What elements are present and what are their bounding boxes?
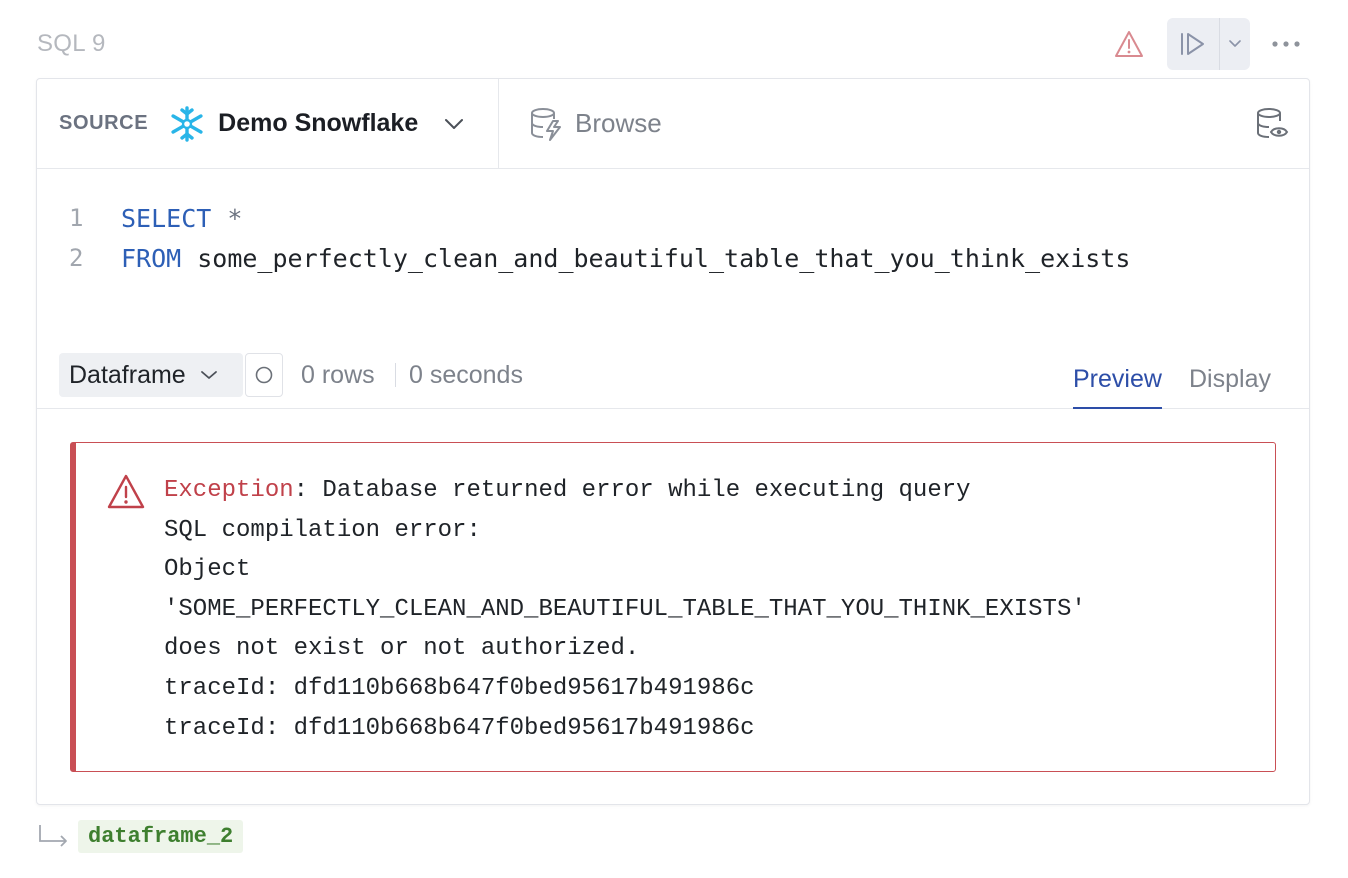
chevron-down-icon xyxy=(444,118,464,130)
status-circle-icon xyxy=(255,366,273,384)
error-line: traceId: dfd110b668b647f0bed95617b491986… xyxy=(164,714,755,742)
database-preview-button[interactable] xyxy=(1253,105,1291,143)
error-panel: Exception: Database returned error while… xyxy=(70,442,1276,772)
browse-button[interactable]: Browse xyxy=(529,106,662,142)
cell-actions xyxy=(1109,18,1310,70)
execution-time: 0 seconds xyxy=(409,361,523,389)
output-type-select[interactable]: Dataframe xyxy=(59,353,243,397)
sql-cell: SOURCE Demo Snowflake Browse 1 SELECT * … xyxy=(36,78,1310,805)
cell-title: SQL 9 xyxy=(37,30,106,57)
cell-toolbar: SOURCE Demo Snowflake Browse xyxy=(37,79,1309,169)
code-line: 1 SELECT * xyxy=(37,198,242,238)
error-line: SQL compilation error: xyxy=(164,516,481,544)
error-line: traceId: dfd110b668b647f0bed95617b491986… xyxy=(164,674,755,702)
snowflake-icon xyxy=(168,105,206,143)
browse-label: Browse xyxy=(575,108,662,138)
tab-display[interactable]: Display xyxy=(1189,365,1271,409)
error-line: 'SOME_PERFECTLY_CLEAN_AND_BEAUTIFUL_TABL… xyxy=(164,595,1086,623)
sql-keyword: FROM xyxy=(121,243,182,273)
result-bar: Dataframe 0 rows 0 seconds Preview Displ… xyxy=(37,349,1309,409)
chevron-down-icon xyxy=(200,370,218,380)
stat-divider xyxy=(395,363,396,387)
sql-keyword: SELECT xyxy=(121,203,212,233)
output-arrow-icon xyxy=(36,821,76,851)
run-icon xyxy=(1181,33,1204,55)
line-number: 1 xyxy=(69,204,84,232)
code-text: * xyxy=(227,203,243,233)
code-text: some_perfectly_clean_and_beautiful_table… xyxy=(197,243,1131,273)
warning-icon xyxy=(1115,31,1143,57)
source-selector[interactable]: SOURCE Demo Snowflake xyxy=(37,79,499,168)
error-line: does not exist or not authorized. xyxy=(164,635,640,663)
sql-editor[interactable]: 1 SELECT * 2 FROM some_perfectly_clean_a… xyxy=(37,169,1309,349)
run-button[interactable] xyxy=(1167,18,1219,70)
source-name: Demo Snowflake xyxy=(218,109,419,137)
more-button[interactable] xyxy=(1262,18,1310,70)
error-line: Object xyxy=(164,556,251,584)
tab-preview[interactable]: Preview xyxy=(1073,365,1162,409)
output-variable[interactable]: dataframe_2 xyxy=(78,819,244,853)
error-message: Exception: Database returned error while… xyxy=(164,471,1086,748)
browse-icon xyxy=(529,106,565,142)
status-indicator xyxy=(245,353,283,397)
run-button-group xyxy=(1167,18,1250,70)
run-options-button[interactable] xyxy=(1220,18,1250,70)
chevron-down-icon xyxy=(1229,40,1241,47)
database-preview-icon xyxy=(1257,108,1289,138)
row-count: 0 rows xyxy=(301,361,375,389)
more-icon xyxy=(1272,41,1300,47)
source-label: SOURCE xyxy=(59,112,149,134)
error-line: Exception: Database returned error while… xyxy=(164,471,1086,511)
output-variable-row: dataframe_2 xyxy=(36,816,244,856)
error-summary: : Database returned error while executin… xyxy=(293,477,971,504)
output-type-label: Dataframe xyxy=(69,360,186,389)
warning-button[interactable] xyxy=(1109,24,1149,64)
line-number: 2 xyxy=(69,244,84,272)
exception-label: Exception xyxy=(164,477,294,504)
warning-icon xyxy=(107,474,145,509)
code-line: 2 FROM some_perfectly_clean_and_beautifu… xyxy=(37,238,1130,278)
